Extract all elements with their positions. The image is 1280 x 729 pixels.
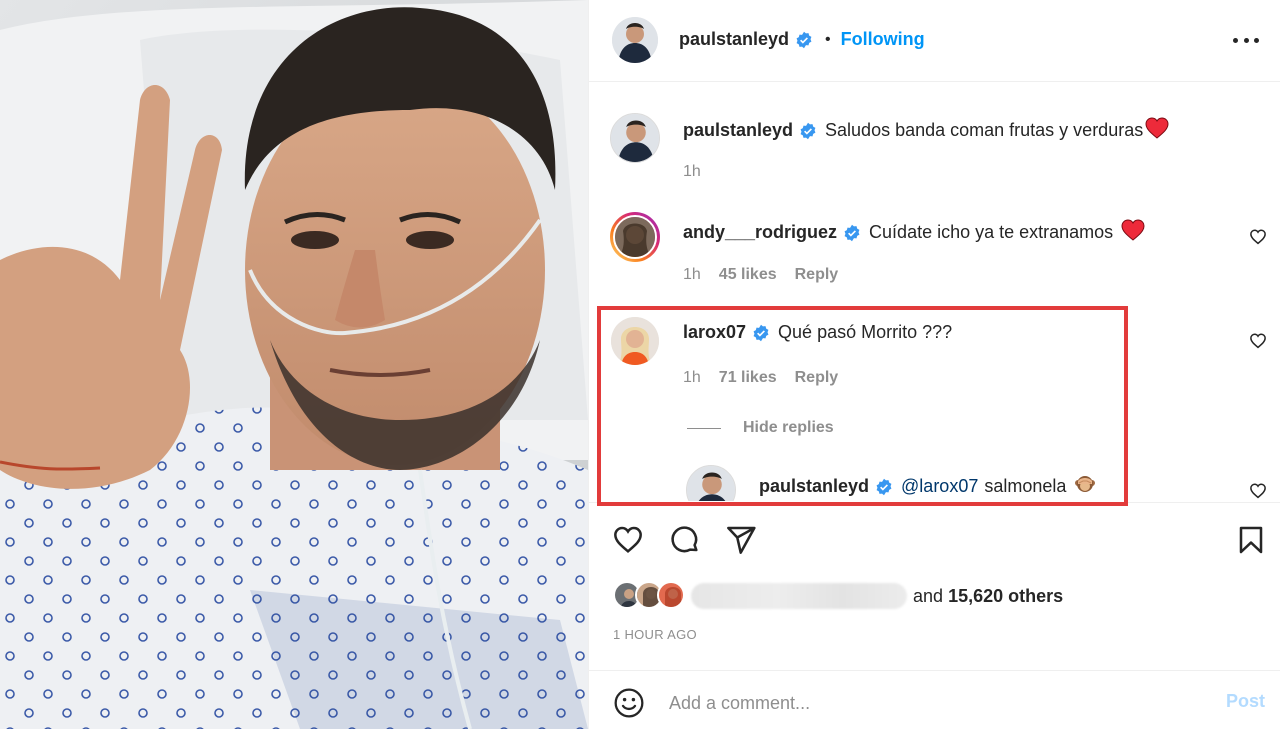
post-actions: and 15,620 others 1 HOUR AGO Post — [589, 502, 1280, 729]
reply: paulstanleyd @larox07 salmonela — [759, 473, 1096, 500]
liked-by-text: and 15,620 others — [913, 586, 1063, 607]
reply-author-avatar[interactable] — [686, 465, 736, 501]
comments-list[interactable]: paulstanleyd Saludos banda coman frutas … — [589, 83, 1280, 501]
hide-replies-label: Hide replies — [743, 419, 834, 436]
caption-meta: 1h — [683, 163, 701, 181]
hide-replies-button[interactable]: Hide replies — [687, 419, 834, 437]
comment-input[interactable] — [669, 689, 1189, 717]
save-icon[interactable] — [1235, 524, 1267, 556]
verified-badge-icon — [875, 478, 893, 496]
post-image — [0, 0, 588, 729]
liked-by-summary[interactable]: and 15,620 others — [613, 581, 1063, 611]
more-options-icon[interactable] — [1233, 28, 1259, 52]
caption: paulstanleyd Saludos banda coman frutas … — [683, 117, 1169, 144]
verified-badge-icon — [795, 31, 813, 49]
comment-likes[interactable]: 71 likes — [719, 369, 777, 387]
post-timestamp[interactable]: 1 HOUR AGO — [613, 627, 697, 642]
others-count[interactable]: 15,620 others — [948, 586, 1063, 606]
like-comment-icon[interactable] — [1249, 482, 1267, 500]
comment-text: Cuídate icho ya te extranamos — [869, 222, 1114, 242]
comment-meta: 1h 45 likes Reply — [683, 266, 838, 284]
commenter-avatar[interactable] — [611, 317, 659, 365]
comment-composer: Post — [589, 670, 1280, 729]
verified-badge-icon — [799, 122, 817, 140]
reply-username[interactable]: paulstanleyd — [759, 476, 869, 497]
heart-emoji-icon — [1145, 117, 1169, 144]
like-icon[interactable] — [612, 524, 644, 556]
post-photo[interactable] — [0, 0, 588, 729]
emoji-icon[interactable] — [613, 687, 645, 719]
like-comment-icon[interactable] — [1249, 332, 1267, 350]
liker-avatars — [613, 581, 687, 611]
reply-text: salmonela — [984, 476, 1067, 496]
blurred-liker-name — [691, 583, 907, 609]
heart-emoji-icon — [1121, 219, 1145, 246]
comment-meta: 1h 71 likes Reply — [683, 369, 838, 387]
header-user-line: paulstanleyd • Following — [679, 29, 925, 50]
author-username[interactable]: paulstanleyd — [679, 29, 789, 50]
comment: larox07 Qué pasó Morrito ??? — [683, 322, 952, 343]
comment-username[interactable]: andy___rodriguez — [683, 222, 837, 243]
liked-and: and — [913, 585, 944, 606]
comment-icon[interactable] — [669, 524, 701, 556]
comment-text: Qué pasó Morrito ??? — [778, 322, 953, 342]
comment-time: 1h — [683, 266, 701, 283]
commenter-avatar[interactable] — [610, 212, 660, 262]
reply-button[interactable]: Reply — [795, 266, 839, 284]
like-comment-icon[interactable] — [1249, 228, 1267, 246]
following-button[interactable]: Following — [841, 29, 925, 50]
caption-time: 1h — [683, 163, 701, 180]
reply-button[interactable]: Reply — [795, 369, 839, 387]
comment-time: 1h — [683, 369, 701, 386]
comment: andy___rodriguez Cuídate icho ya te extr… — [683, 219, 1145, 246]
post-button[interactable]: Post — [1226, 691, 1265, 712]
post-detail-panel: paulstanleyd • Following paulstanleyd Sa… — [588, 0, 1280, 729]
caption-author-avatar[interactable] — [610, 113, 660, 163]
comment-username[interactable]: larox07 — [683, 322, 746, 343]
mention-link[interactable]: @larox07 — [901, 476, 978, 497]
author-avatar[interactable] — [612, 17, 658, 63]
post-header: paulstanleyd • Following — [589, 0, 1280, 82]
divider — [687, 427, 721, 429]
share-icon[interactable] — [725, 524, 757, 556]
separator-dot: • — [825, 30, 831, 48]
caption-username[interactable]: paulstanleyd — [683, 120, 793, 141]
verified-badge-icon — [752, 324, 770, 342]
caption-text: Saludos banda coman frutas y verduras — [825, 120, 1144, 140]
comment-likes[interactable]: 45 likes — [719, 266, 777, 284]
avatar — [657, 581, 685, 609]
verified-badge-icon — [843, 224, 861, 242]
see-no-evil-monkey-emoji-icon — [1074, 473, 1096, 500]
